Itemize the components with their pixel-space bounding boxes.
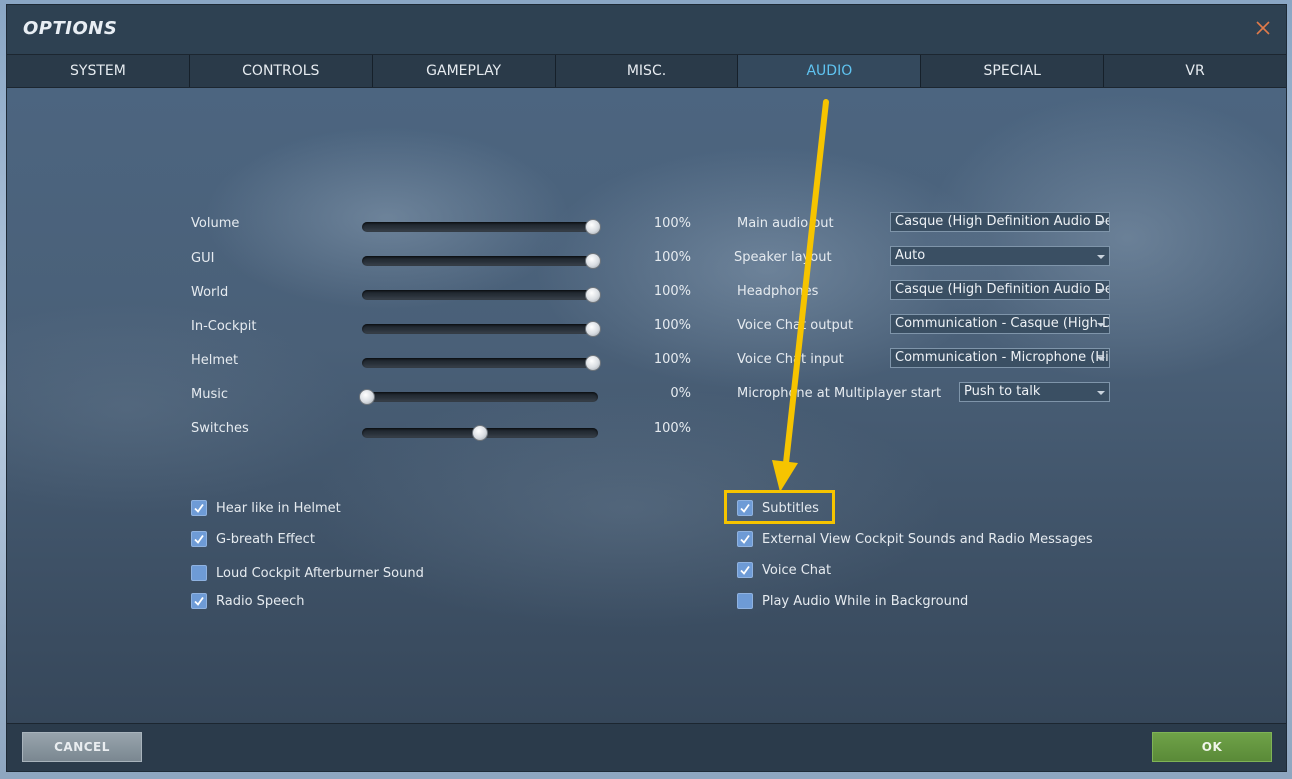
world-percent: 100% [653, 284, 691, 299]
check-icon [194, 596, 204, 606]
select-label-voice-chat-output: Voice Chat output [737, 318, 854, 333]
highlight-box [724, 490, 835, 524]
slider-label-in-cockpit: In-Cockpit [191, 319, 257, 334]
external-view-cockpit-sounds-option[interactable]: External View Cockpit Sounds and Radio M… [737, 531, 1093, 547]
select-value: Casque (High Definition Audio Dev [895, 214, 1110, 229]
checkbox[interactable] [737, 562, 753, 578]
slider-label-volume: Volume [191, 216, 240, 231]
gui-slider[interactable] [362, 253, 601, 269]
slider-knob[interactable] [585, 219, 601, 235]
select-label-speaker-layout: Speaker layout [734, 250, 832, 265]
check-icon [740, 534, 750, 544]
microphone-start-select[interactable]: Push to talk [959, 382, 1110, 402]
chevron-down-icon [1097, 289, 1105, 293]
tab-misc[interactable]: MISC. [556, 55, 739, 87]
slider-label-helmet: Helmet [191, 353, 239, 368]
checkbox-label: Loud Cockpit Afterburner Sound [216, 565, 424, 581]
checkbox-label: G-breath Effect [216, 531, 315, 547]
hear-like-in-helmet-option[interactable]: Hear like in Helmet [191, 500, 341, 516]
g-breath-effect-option[interactable]: G-breath Effect [191, 531, 315, 547]
ok-button[interactable]: OK [1152, 732, 1272, 762]
select-value: Casque (High Definition Audio Dev [895, 282, 1110, 297]
chevron-down-icon [1097, 357, 1105, 361]
volume-slider[interactable] [362, 219, 601, 235]
cancel-button[interactable]: CANCEL [22, 732, 142, 762]
checkbox-label: Hear like in Helmet [216, 500, 341, 516]
world-slider[interactable] [362, 287, 601, 303]
main-audio-out-select[interactable]: Casque (High Definition Audio Dev [890, 212, 1110, 232]
slider-label-world: World [191, 285, 229, 300]
slider-knob[interactable] [472, 425, 488, 441]
tab-audio[interactable]: AUDIO [738, 55, 922, 87]
tab-special[interactable]: SPECIAL [921, 55, 1105, 87]
window-title: OPTIONS [23, 18, 118, 39]
select-value: Communication - Microphone (High [895, 350, 1110, 365]
headphones-select[interactable]: Casque (High Definition Audio Dev [890, 280, 1110, 300]
check-icon [194, 503, 204, 513]
speaker-layout-select[interactable]: Auto [890, 246, 1110, 266]
chevron-down-icon [1097, 255, 1105, 259]
helmet-percent: 100% [653, 352, 691, 367]
tab-controls[interactable]: CONTROLS [190, 55, 373, 87]
select-label-microphone-start: Microphone at Multiplayer start [737, 386, 942, 401]
tab-system[interactable]: SYSTEM [7, 55, 190, 87]
checkbox-label: Voice Chat [762, 562, 832, 578]
checkbox-label: Play Audio While in Background [762, 593, 969, 609]
radio-speech-option[interactable]: Radio Speech [191, 593, 305, 609]
tab-gameplay[interactable]: GAMEPLAY [373, 55, 556, 87]
tab-bar: SYSTEM CONTROLS GAMEPLAY MISC. AUDIO SPE… [7, 54, 1286, 88]
checkbox[interactable] [191, 565, 207, 581]
select-label-main-audio-out: Main audio out [737, 216, 834, 231]
slider-knob[interactable] [585, 253, 601, 269]
in-cockpit-slider[interactable] [362, 321, 601, 337]
helmet-slider[interactable] [362, 355, 601, 371]
voice-chat-option[interactable]: Voice Chat [737, 562, 831, 578]
gui-percent: 100% [653, 250, 691, 265]
select-label-headphones: Headphones [737, 284, 819, 299]
chevron-down-icon [1097, 221, 1105, 225]
checkbox-label: Radio Speech [216, 593, 305, 609]
switches-percent: 100% [653, 421, 691, 436]
tab-vr[interactable]: VR [1104, 55, 1286, 87]
chevron-down-icon [1097, 323, 1105, 327]
close-icon[interactable] [1254, 19, 1272, 37]
checkbox-label: External View Cockpit Sounds and Radio M… [762, 531, 1093, 547]
audio-settings-panel: Volume GUI World In-Cockpit Helmet Music… [7, 88, 1286, 723]
play-audio-in-background-option[interactable]: Play Audio While in Background [737, 593, 968, 609]
checkbox[interactable] [737, 531, 753, 547]
check-icon [194, 534, 204, 544]
slider-knob[interactable] [585, 287, 601, 303]
slider-label-music: Music [191, 387, 228, 402]
slider-label-switches: Switches [191, 421, 249, 436]
checkbox[interactable] [191, 500, 207, 516]
footer-bar: CANCEL OK [7, 723, 1286, 771]
options-window: OPTIONS SYSTEM CONTROLS GAMEPLAY MISC. A… [6, 4, 1287, 772]
switches-slider[interactable] [362, 425, 598, 441]
annotation-arrow-icon [772, 99, 829, 492]
voice-chat-output-select[interactable]: Communication - Casque (High De [890, 314, 1110, 334]
check-icon [740, 565, 750, 575]
slider-label-gui: GUI [191, 251, 215, 266]
title-bar: OPTIONS [7, 5, 1286, 54]
slider-knob[interactable] [359, 389, 375, 405]
voice-chat-input-select[interactable]: Communication - Microphone (High [890, 348, 1110, 368]
select-value: Communication - Casque (High De [895, 316, 1110, 331]
select-value: Auto [895, 248, 926, 263]
select-value: Push to talk [964, 384, 1041, 399]
in-cockpit-percent: 100% [653, 318, 691, 333]
slider-knob[interactable] [585, 321, 601, 337]
music-slider[interactable] [359, 389, 598, 405]
slider-knob[interactable] [585, 355, 601, 371]
checkbox[interactable] [191, 593, 207, 609]
loud-cockpit-afterburner-option[interactable]: Loud Cockpit Afterburner Sound [191, 565, 424, 581]
select-label-voice-chat-input: Voice Chat input [737, 352, 844, 367]
volume-percent: 100% [653, 216, 691, 231]
checkbox[interactable] [191, 531, 207, 547]
music-percent: 0% [670, 386, 691, 401]
checkbox[interactable] [737, 593, 753, 609]
chevron-down-icon [1097, 391, 1105, 395]
